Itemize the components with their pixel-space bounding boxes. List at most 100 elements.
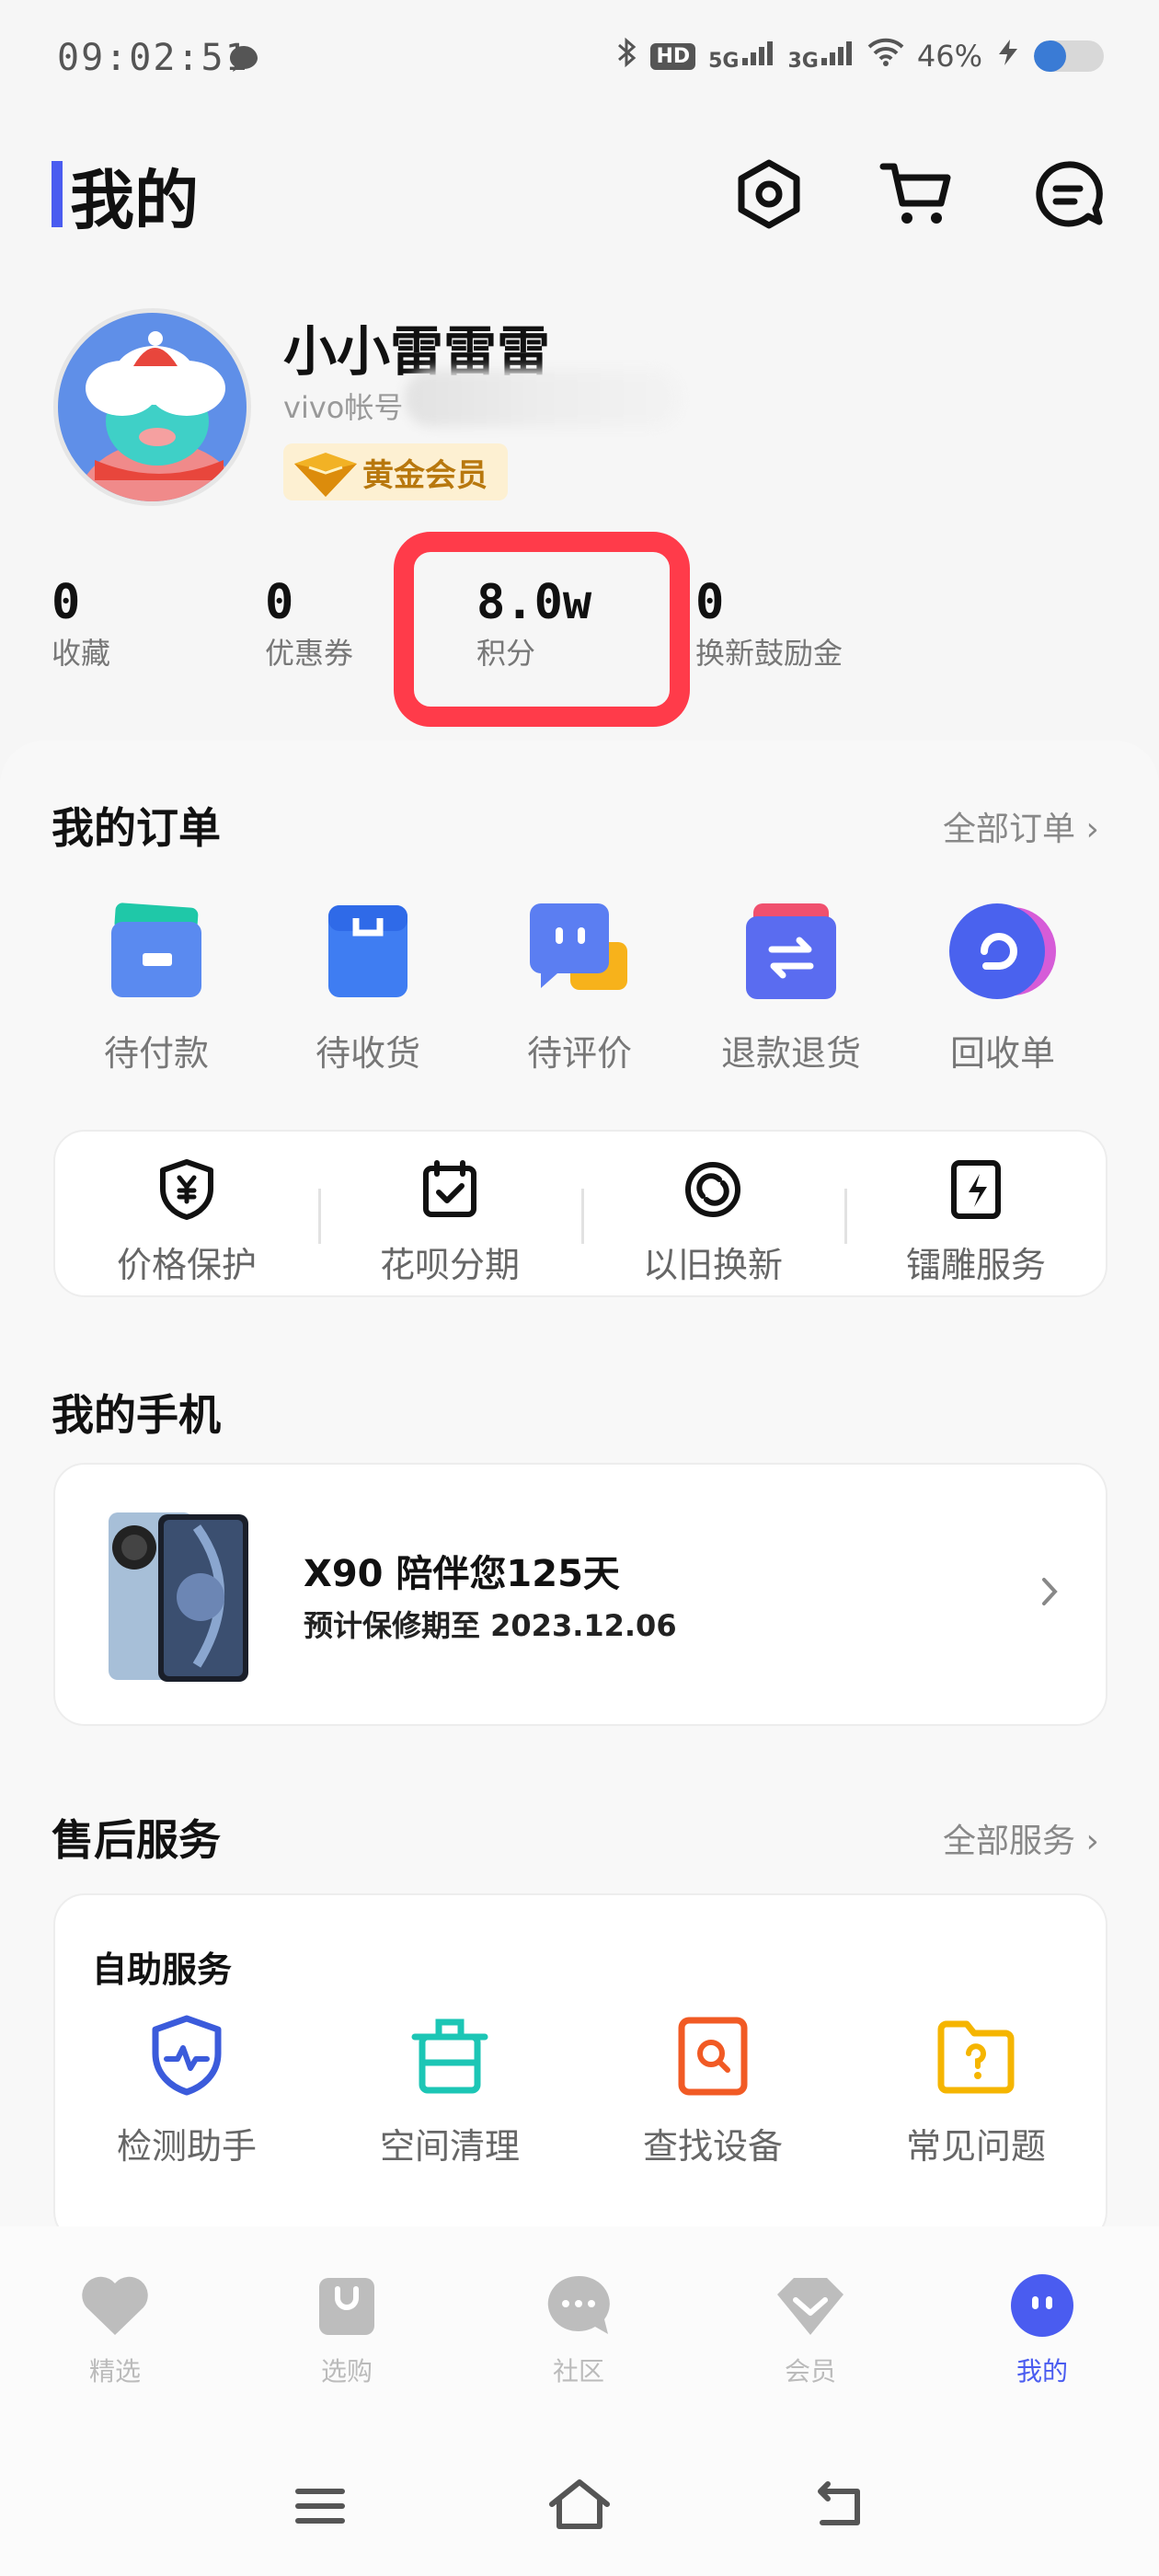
stat-favorites[interactable]: 0 收藏 (52, 575, 110, 673)
tool-diagnose[interactable]: 检测助手 (55, 2015, 318, 2168)
hd-badge: HD (650, 42, 696, 70)
order-label: 待付款 (103, 1033, 209, 1074)
tab-label: 会员 (784, 2356, 836, 2386)
signal-3g: 3G (788, 40, 855, 73)
settings-icon[interactable] (731, 156, 807, 232)
stat-value: 0 (695, 575, 725, 630)
refund-icon (740, 900, 842, 1006)
order-label: 待收货 (315, 1033, 420, 1074)
order-pending-review[interactable]: 待评价 (488, 900, 671, 1075)
package-icon (317, 900, 419, 1006)
trade-in-icon (683, 1159, 743, 1224)
charging-icon (995, 38, 1021, 75)
service-installment[interactable]: 花呗分期 (318, 1159, 581, 1287)
tool-faq[interactable]: 常见问题 (844, 2015, 1107, 2168)
after-sales-title: 售后服务 (52, 1815, 221, 1865)
tab-mine[interactable]: 我的 (950, 2272, 1134, 2388)
my-phone-card[interactable]: X90 陪伴您125天 预计保修期至 2023.12.06 (53, 1463, 1107, 1726)
tab-label: 社区 (552, 2356, 604, 2386)
tool-clean[interactable]: 空间清理 (318, 2015, 581, 2168)
service-laser-engrave[interactable]: 镭雕服务 (844, 1159, 1107, 1287)
diagnose-shield-icon (148, 2015, 225, 2099)
signal-3g-label: 3G (787, 49, 819, 73)
stat-value: 0 (265, 575, 294, 630)
signal-bars-icon (741, 40, 775, 73)
back-icon[interactable] (809, 2480, 865, 2532)
account-id: vivo帐号 (283, 390, 404, 425)
all-services-link[interactable]: 全部服务 › (943, 1814, 1099, 1862)
chevron-right-icon (1039, 1575, 1060, 1612)
service-label: 花呗分期 (379, 1245, 520, 1285)
order-label: 退款退货 (720, 1033, 861, 1074)
home-icon[interactable] (548, 2478, 611, 2534)
shopping-bag-icon (314, 2272, 380, 2342)
tab-community[interactable]: 社区 (487, 2272, 671, 2388)
gold-crown-icon (291, 449, 361, 509)
signal-bars-icon (820, 40, 855, 73)
order-recycle[interactable]: 回收单 (911, 900, 1095, 1075)
mine-icon (1008, 2272, 1076, 2342)
all-orders-link[interactable]: 全部订单 › (943, 802, 1099, 850)
all-services-label: 全部服务 (943, 1823, 1076, 1860)
menu-icon[interactable] (293, 2484, 348, 2532)
tool-label: 查找设备 (642, 2126, 783, 2167)
tab-label: 我的 (1016, 2356, 1068, 2386)
clean-bin-icon (411, 2015, 488, 2099)
stat-tradein-bonus[interactable]: 0 换新鼓励金 (695, 575, 843, 673)
member-icon (774, 2272, 847, 2342)
service-trade-in[interactable]: 以旧换新 (581, 1159, 844, 1287)
chevron-right-icon: › (1075, 811, 1099, 848)
battery-percent: 46% (916, 39, 982, 74)
order-label: 待评价 (526, 1033, 632, 1074)
order-pending-payment[interactable]: 待付款 (64, 900, 248, 1075)
stat-label: 收藏 (52, 636, 111, 671)
stat-label: 优惠券 (265, 636, 354, 671)
find-device-icon (674, 2015, 752, 2099)
vip-label: 黄金会员 (362, 456, 488, 494)
tab-shop[interactable]: 选购 (255, 2272, 439, 2388)
self-service-subtitle: 自助服务 (92, 1949, 233, 1990)
tool-find-device[interactable]: 查找设备 (581, 2015, 844, 2168)
vip-badge[interactable]: 黄金会员 (283, 443, 508, 500)
heart-icon (79, 2272, 151, 2342)
wallet-icon (106, 900, 207, 1006)
phone-image (105, 1509, 252, 1687)
cart-icon[interactable] (878, 156, 954, 232)
stat-label: 换新鼓励金 (695, 636, 843, 671)
service-price-protect[interactable]: 价格保护 (55, 1159, 318, 1287)
battery-icon (1034, 40, 1104, 72)
tool-label: 常见问题 (905, 2126, 1046, 2167)
all-orders-label: 全部订单 (943, 811, 1076, 848)
avatar[interactable] (53, 308, 251, 506)
service-label: 价格保护 (116, 1245, 257, 1285)
stat-coupons[interactable]: 0 优惠券 (265, 575, 353, 673)
community-icon (544, 2272, 614, 2342)
faq-folder-icon (935, 2015, 1016, 2099)
bluetooth-icon (615, 37, 637, 75)
message-icon[interactable] (1030, 156, 1106, 232)
page-title: 我的 (70, 163, 199, 238)
tab-featured[interactable]: 精选 (23, 2272, 207, 2388)
order-label: 回收单 (949, 1033, 1055, 1074)
signal-5g-label: 5G (708, 49, 740, 73)
order-pending-receipt[interactable]: 待收货 (276, 900, 460, 1075)
order-refund[interactable]: 退款退货 (699, 900, 883, 1075)
calendar-check-icon (420, 1159, 479, 1224)
self-service-card: 自助服务 检测助手 空间清理 查找设备 常见问题 (53, 1893, 1107, 2243)
title-accent-bar (52, 161, 63, 227)
signal-5g: 5G (708, 40, 775, 73)
account-id-redaction (405, 370, 681, 427)
status-bar: 09:02:51 HD 5G 3G 46% (0, 0, 1159, 120)
yuan-shield-icon (157, 1159, 216, 1224)
my-phone-title: 我的手机 (52, 1390, 221, 1440)
tab-member[interactable]: 会员 (718, 2272, 902, 2388)
service-label: 镭雕服务 (905, 1245, 1046, 1285)
order-services-card: 价格保护 花呗分期 以旧换新 镭雕服务 (53, 1130, 1107, 1297)
warranty-line: 预计保修期至 2023.12.06 (304, 1608, 677, 1643)
wifi-icon (867, 38, 904, 75)
status-time: 09:02:51 (57, 37, 249, 79)
recycle-icon (946, 900, 1060, 1006)
stat-value: 0 (52, 575, 81, 630)
orders-title: 我的订单 (52, 803, 221, 853)
status-indicators: HD 5G 3G 46% (615, 37, 1104, 75)
